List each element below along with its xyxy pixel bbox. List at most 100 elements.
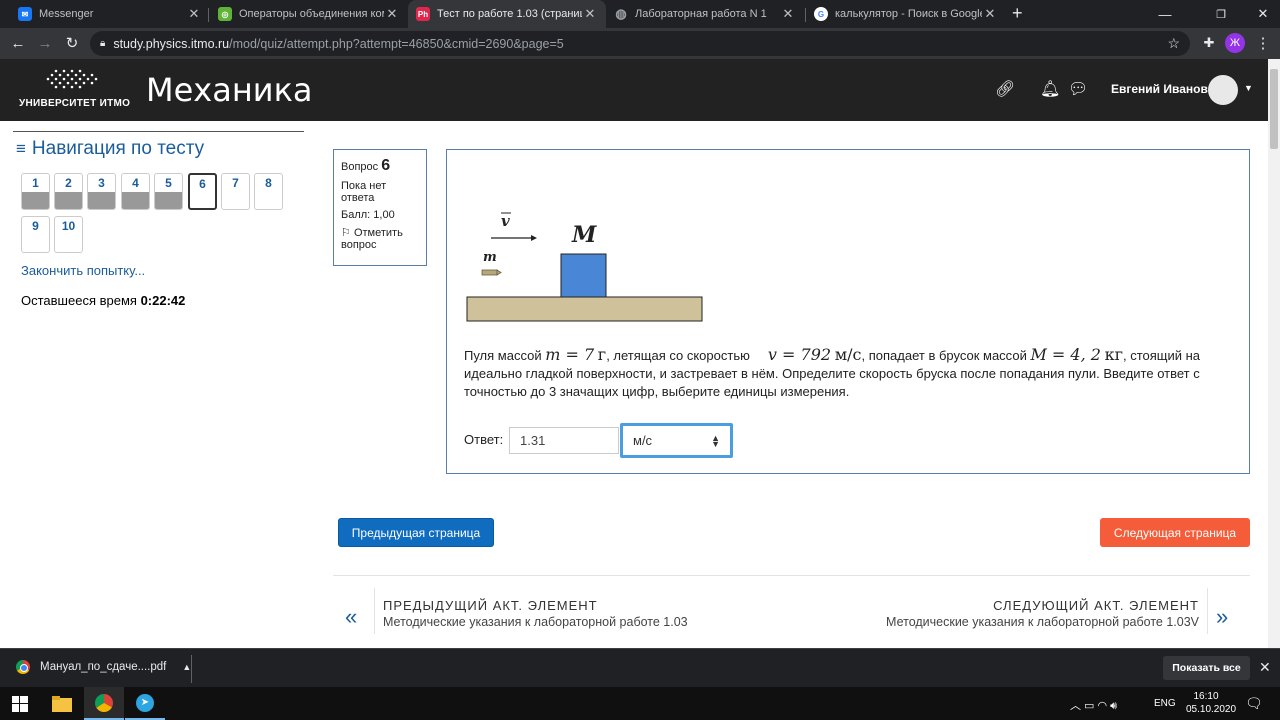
activity-navigation: « ПРЕДЫДУЩИЙ АКТ. ЭЛЕМЕНТ Методические у… — [333, 575, 1250, 648]
double-chevron-right-icon[interactable]: » — [1216, 604, 1228, 630]
language-indicator[interactable]: ENG — [1154, 698, 1176, 709]
answered-indicator — [88, 192, 115, 209]
hamburger-icon[interactable]: ≡ — [16, 139, 26, 159]
question-nav-button-6[interactable]: 6 — [188, 173, 217, 210]
unit-selected: м/с — [633, 433, 653, 448]
user-avatar[interactable] — [1208, 75, 1238, 105]
close-tab-icon[interactable]: ✕ — [780, 6, 796, 22]
minimize-icon[interactable]: — — [1142, 0, 1188, 28]
tab-quiz-active[interactable]: Ph Тест по работе 1.03 (страница 6 ✕ — [408, 0, 606, 28]
close-tab-icon[interactable]: ✕ — [186, 6, 202, 22]
double-chevron-left-icon[interactable]: « — [345, 604, 357, 630]
back-icon[interactable]: ← — [7, 32, 29, 54]
tab-google-calculator[interactable]: G калькулятор - Поиск в Google ✕ — [806, 0, 1006, 28]
browser-tab-strip: ✉ Messenger ✕ ◎ Операторы объединения ко… — [0, 0, 1280, 28]
windows-taskbar: ➤ ︿ ▭ ◠ 🔊︎ ENG 16:10 05.10.2020 🗨︎ — [0, 687, 1280, 720]
question-nav-number: 6 — [199, 177, 206, 191]
clock[interactable]: 16:10 05.10.2020 — [1186, 690, 1237, 716]
download-item[interactable]: Мануал_по_сдаче....pdf ▲ — [16, 660, 191, 674]
select-arrows-icon: ▲ ▼ — [711, 433, 720, 449]
show-all-button[interactable]: Показать все — [1163, 656, 1250, 680]
tab-title: Messenger — [39, 8, 94, 20]
bell-icon[interactable]: 🔔︎ — [1040, 79, 1060, 99]
address-bar[interactable]: 🔒︎ study.physics.itmo.ru/mod/quiz/attemp… — [90, 31, 1190, 56]
timer-value: 0:22:42 — [140, 293, 186, 308]
surface — [466, 296, 703, 322]
close-downloads-icon[interactable]: ✕ — [1259, 659, 1271, 676]
url-host: study.physics.itmo.ru — [113, 36, 230, 51]
logo-text: УНИВЕРСИТЕТ ИТМО — [19, 98, 131, 109]
question-nav-button-1[interactable]: 1 — [21, 173, 50, 210]
clock-date: 05.10.2020 — [1186, 704, 1237, 715]
previous-page-button[interactable]: Предыдущая страница — [338, 518, 494, 547]
itmo-logo-icon[interactable] — [40, 67, 100, 91]
next-page-button[interactable]: Следующая страница — [1100, 518, 1250, 547]
question-nav-button-7[interactable]: 7 — [221, 173, 250, 210]
question-text: Пуля массой m = 7 г, летящая со скорость… — [464, 346, 1234, 401]
question-content: v m M Пуля массой m = 7 г, летящая со ск… — [446, 149, 1250, 474]
answered-indicator — [22, 192, 49, 209]
tab-messenger[interactable]: ✉ Messenger ✕ — [10, 0, 210, 28]
globe-icon: ◍ — [615, 6, 627, 21]
bullet — [481, 269, 498, 276]
tab-title: Лабораторная работа N 1 — [635, 8, 767, 20]
tab-operators[interactable]: ◎ Операторы объединения команд ✕ — [210, 0, 408, 28]
answer-input[interactable] — [509, 427, 619, 454]
question-nav-button-3[interactable]: 3 — [87, 173, 116, 210]
link-icon[interactable]: 🔗︎ — [995, 79, 1015, 99]
page-scrollbar[interactable] — [1268, 59, 1280, 648]
extensions-icon[interactable]: ✚ — [1198, 32, 1220, 54]
chrome-taskbar-icon[interactable] — [84, 687, 124, 720]
restore-icon[interactable]: ❐ — [1198, 0, 1244, 28]
close-tab-icon[interactable]: ✕ — [384, 6, 400, 22]
chrome-icon — [95, 693, 113, 712]
user-name[interactable]: Евгений Иванов — [1111, 82, 1208, 96]
question-nav-button-10[interactable]: 10 — [54, 216, 83, 253]
profile-avatar[interactable]: Ж — [1225, 33, 1245, 53]
question-nav-number: 3 — [98, 176, 105, 190]
telegram-icon[interactable]: ➤ — [125, 687, 165, 720]
unit-select[interactable]: м/с ▲ ▼ — [620, 423, 733, 458]
quiz-nav-title-text: Навигация по тесту — [31, 138, 205, 159]
system-tray-icons[interactable]: ︿ ▭ ◠ 🔊︎ — [1070, 697, 1117, 713]
tab-title: Операторы объединения команд — [239, 8, 384, 20]
close-tab-icon[interactable]: ✕ — [982, 6, 998, 22]
block-mass-expression: M = 4, 2 — [1030, 345, 1101, 364]
menu-kebab-icon[interactable]: ⋮ — [1252, 32, 1274, 54]
next-activity-title[interactable]: Методические указания к лабораторной раб… — [886, 615, 1199, 629]
windows-start-icon[interactable] — [0, 687, 40, 720]
file-explorer-icon[interactable] — [42, 687, 82, 720]
question-nav-button-5[interactable]: 5 — [154, 173, 183, 210]
browser-toolbar: ← → ↻ 🔒︎ study.physics.itmo.ru/mod/quiz/… — [0, 28, 1280, 59]
next-activity-heading[interactable]: СЛЕДУЮЩИЙ АКТ. ЭЛЕМЕНТ — [993, 598, 1199, 613]
question-nav-button-2[interactable]: 2 — [54, 173, 83, 210]
chevron-up-icon[interactable]: ▲ — [182, 662, 191, 672]
flag-icon: ⚐ — [341, 227, 351, 239]
question-nav-number: 2 — [65, 176, 72, 190]
bullet-tip — [496, 269, 502, 276]
question-text-part: , летящая со скоростью — [606, 348, 750, 363]
finish-attempt-link[interactable]: Закончить попытку... — [21, 263, 145, 278]
physics-figure: v m M — [466, 212, 703, 322]
reload-icon[interactable]: ↻ — [61, 32, 83, 54]
window-close-icon[interactable]: ✕ — [1240, 0, 1280, 28]
question-nav-number: 9 — [32, 219, 39, 233]
answered-indicator — [55, 192, 82, 209]
question-nav-button-9[interactable]: 9 — [21, 216, 50, 253]
scrollbar-thumb[interactable] — [1270, 69, 1278, 149]
question-nav-button-4[interactable]: 4 — [121, 173, 150, 210]
notifications-icon[interactable]: 🗨︎ — [1245, 695, 1263, 712]
chevron-down-icon[interactable]: ▼ — [1244, 83, 1253, 93]
bookmark-star-icon[interactable]: ☆ — [1167, 35, 1180, 52]
tab-lab-work[interactable]: ◍ Лабораторная работа N 1 ✕ — [606, 0, 804, 28]
chat-icon[interactable]: 💬︎ — [1068, 79, 1088, 99]
divider — [374, 588, 375, 634]
forward-icon[interactable]: → — [34, 32, 56, 54]
prev-activity-heading[interactable]: ПРЕДЫДУЩИЙ АКТ. ЭЛЕМЕНТ — [383, 598, 598, 613]
prev-activity-title[interactable]: Методические указания к лабораторной раб… — [383, 615, 688, 629]
question-nav-button-8[interactable]: 8 — [254, 173, 283, 210]
site-title[interactable]: Механика — [146, 71, 313, 109]
flag-question[interactable]: ⚐ Отметить вопрос — [341, 226, 419, 251]
new-tab-icon[interactable]: + — [1012, 3, 1023, 24]
close-tab-icon[interactable]: ✕ — [582, 6, 598, 22]
